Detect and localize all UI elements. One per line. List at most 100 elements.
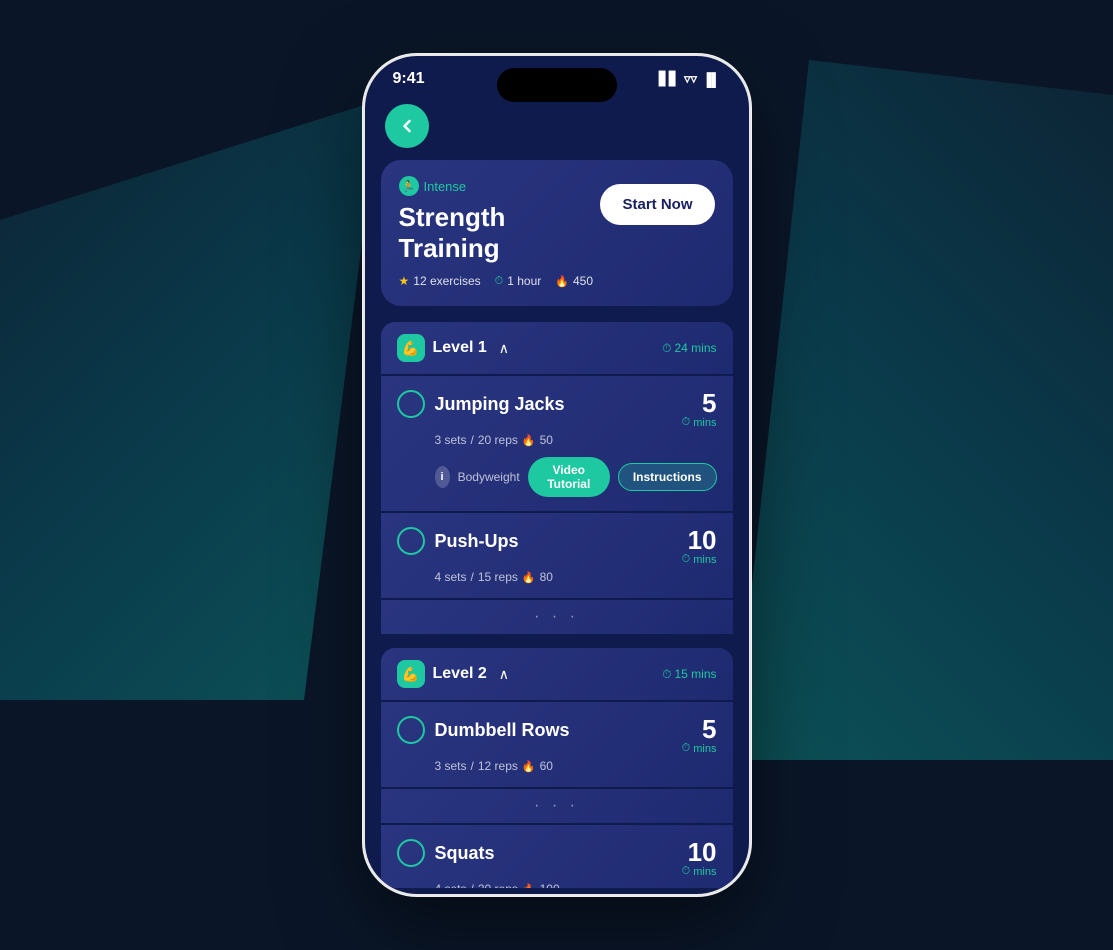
jumping-jacks-meta: 3 sets / 20 reps 🔥 50 (435, 433, 717, 447)
level2-time: ⏱ 15 mins (662, 667, 716, 682)
exercise-left-jumping-jacks: Jumping Jacks (397, 390, 565, 418)
phone-frame: 9:41 ▋▋ ▿▿ ▐▌ 🏃 Intense St (362, 53, 752, 897)
workout-stats: ★ 12 exercises ⏱ 1 hour 🔥 450 (399, 274, 601, 288)
exercise-circle-push-ups (397, 527, 425, 555)
jumping-jacks-unit: ⏱ mins (682, 416, 717, 429)
equipment-label: Bodyweight (458, 470, 520, 484)
squats-duration: 10 (682, 839, 717, 865)
squats-reps: 20 reps (478, 882, 518, 888)
push-ups-reps: 15 reps (478, 570, 518, 584)
level1-time: ⏱ 24 mins (662, 341, 716, 356)
level1-chevron: ∧ (499, 340, 509, 357)
exercise-right-jumping-jacks: 5 ⏱ mins (682, 390, 717, 429)
dumbbell-rows-name: Dumbbell Rows (435, 720, 570, 741)
exercise-left-squats: Squats (397, 839, 495, 867)
dumbbell-dots: · · · (381, 789, 733, 823)
wifi-icon: ▿▿ (684, 71, 697, 87)
hero-badge: 🏃 Intense (399, 176, 601, 196)
level2-left: 💪 Level 2 ∧ (397, 660, 510, 688)
jumping-jacks-actions: i Bodyweight Video Tutorial Instructions (435, 457, 717, 497)
bodyweight-info-icon: i (435, 466, 450, 488)
battery-icon: ▐▌ (702, 72, 720, 87)
squats-fire: 🔥 (522, 883, 536, 889)
scroll-content: 🏃 Intense Strength Training ★ 12 exercis… (365, 160, 749, 888)
push-ups-unit: ⏱ mins (682, 553, 717, 566)
dynamic-island (497, 68, 617, 102)
jumping-jacks-clock: ⏱ (682, 416, 691, 429)
instructions-button[interactable]: Instructions (618, 463, 717, 491)
jumping-jacks-calories: 50 (540, 433, 553, 447)
dumbbell-sets: 3 sets (435, 759, 467, 773)
squats-meta: 4 sets / 20 reps 🔥 100 (435, 882, 717, 888)
back-button[interactable] (385, 104, 429, 148)
exercise-right-squats: 10 ⏱ mins (682, 839, 717, 878)
push-ups-meta: 4 sets / 15 reps 🔥 80 (435, 570, 717, 584)
exercise-jumping-jacks: Jumping Jacks 5 ⏱ mins 3 sets / (381, 376, 733, 511)
dumbbell-clock: ⏱ (682, 742, 691, 755)
squats-unit: ⏱ mins (682, 865, 717, 878)
push-ups-name: Push-Ups (435, 531, 519, 552)
level2-duration: 15 mins (674, 667, 716, 681)
dumbbell-duration: 5 (682, 716, 717, 742)
level1-icon: 💪 (397, 334, 425, 362)
jumping-jacks-reps: 20 reps (478, 433, 518, 447)
exercise-left-push-ups: Push-Ups (397, 527, 519, 555)
exercises-stat: ★ 12 exercises (399, 274, 481, 288)
push-ups-calories: 80 (540, 570, 553, 584)
exercise-right-push-ups: 10 ⏱ mins (682, 527, 717, 566)
badge-icon: 🏃 (399, 176, 419, 196)
start-now-button[interactable]: Start Now (600, 184, 714, 225)
exercise-row-squats: Squats 10 ⏱ mins (397, 839, 717, 878)
phone-screen: 9:41 ▋▋ ▿▿ ▐▌ 🏃 Intense St (365, 56, 749, 894)
hero-info: 🏃 Intense Strength Training ★ 12 exercis… (399, 176, 601, 288)
dumbbell-calories: 60 (540, 759, 553, 773)
exercise-right-dumbbell: 5 ⏱ mins (682, 716, 717, 755)
workout-title: Strength Training (399, 202, 601, 264)
level1-title: Level 1 (433, 339, 487, 357)
bg-shape-right (733, 60, 1113, 760)
squats-name: Squats (435, 843, 495, 864)
calories-value: 450 (573, 274, 593, 288)
exercise-push-ups: Push-Ups 10 ⏱ mins 4 sets / (381, 513, 733, 598)
level2-clock-icon: ⏱ (662, 667, 671, 682)
video-tutorial-button[interactable]: Video Tutorial (528, 457, 610, 497)
exercises-count: 12 exercises (413, 274, 480, 288)
push-ups-sets: 4 sets (435, 570, 467, 584)
hero-card: 🏃 Intense Strength Training ★ 12 exercis… (381, 160, 733, 306)
dumbbell-fire: 🔥 (522, 760, 536, 773)
squats-clock: ⏱ (682, 865, 691, 878)
fire-icon: 🔥 (555, 275, 569, 288)
jumping-jacks-fire: 🔥 (522, 434, 536, 447)
level2-title: Level 2 (433, 665, 487, 683)
status-icons: ▋▋ ▿▿ ▐▌ (659, 71, 720, 87)
dumbbell-reps: 12 reps (478, 759, 518, 773)
exercise-circle-jumping-jacks (397, 390, 425, 418)
level1-duration: 24 mins (674, 341, 716, 355)
level1-header: 💪 Level 1 ∧ ⏱ 24 mins (381, 322, 733, 374)
level2-header: 💪 Level 2 ∧ ⏱ 15 mins (381, 648, 733, 700)
push-ups-dots: · · · (381, 600, 733, 634)
push-ups-duration: 10 (682, 527, 717, 553)
level2-chevron: ∧ (499, 666, 509, 683)
star-icon: ★ (399, 274, 410, 288)
jumping-jacks-name: Jumping Jacks (435, 394, 565, 415)
dumbbell-meta: 3 sets / 12 reps 🔥 60 (435, 759, 717, 773)
level1-clock-icon: ⏱ (662, 341, 671, 356)
level2-group: 💪 Level 2 ∧ ⏱ 15 mins Dumbbell Rows (381, 648, 733, 888)
badge-text: Intense (424, 179, 467, 194)
level1-left: 💪 Level 1 ∧ (397, 334, 510, 362)
level2-icon: 💪 (397, 660, 425, 688)
dumbbell-unit: ⏱ mins (682, 742, 717, 755)
exercise-squats: Squats 10 ⏱ mins 4 sets / 2 (381, 825, 733, 888)
duration-value: 1 hour (507, 274, 541, 288)
squats-sets: 4 sets (435, 882, 467, 888)
bg-shape-left (0, 100, 380, 700)
exercise-circle-squats (397, 839, 425, 867)
exercise-circle-dumbbell (397, 716, 425, 744)
status-time: 9:41 (393, 70, 425, 88)
exercise-row-jumping-jacks: Jumping Jacks 5 ⏱ mins (397, 390, 717, 429)
exercise-left-dumbbell: Dumbbell Rows (397, 716, 570, 744)
calories-stat: 🔥 450 (555, 274, 593, 288)
squats-calories: 100 (540, 882, 560, 888)
exercise-row-push-ups: Push-Ups 10 ⏱ mins (397, 527, 717, 566)
